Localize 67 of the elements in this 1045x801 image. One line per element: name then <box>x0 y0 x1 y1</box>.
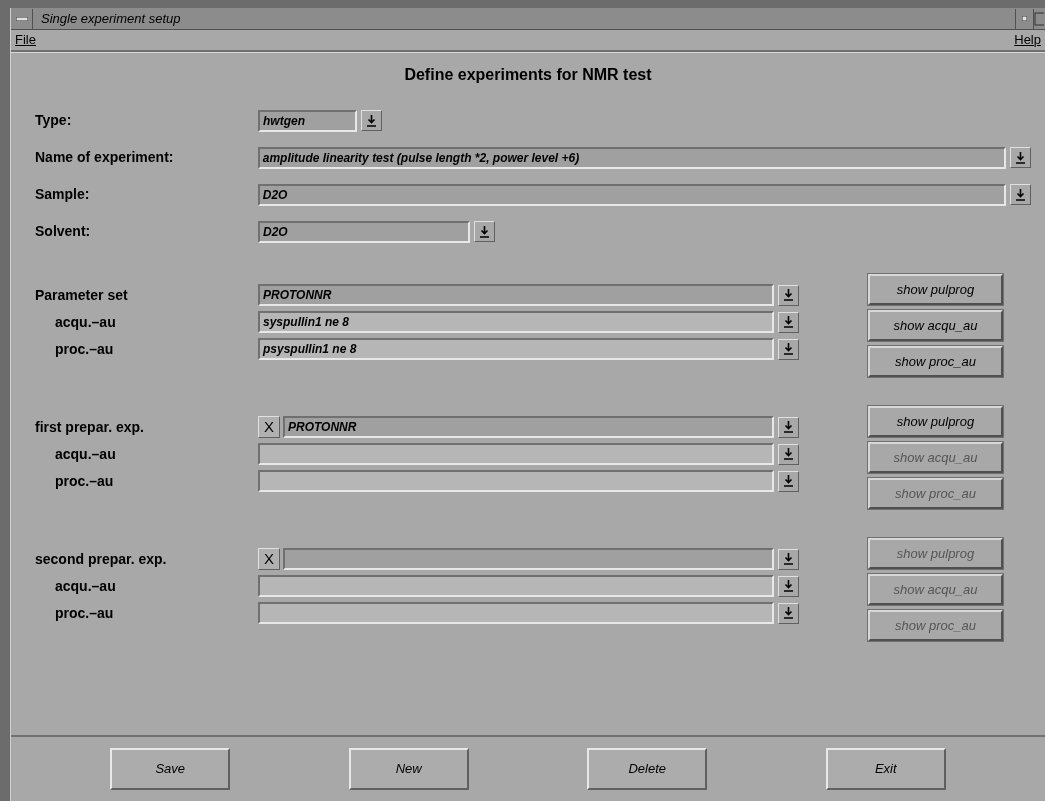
download-arrow-icon <box>480 225 489 238</box>
download-arrow-icon <box>784 289 793 301</box>
dropdown-button[interactable] <box>778 575 799 597</box>
download-arrow-icon <box>1016 188 1025 201</box>
download-arrow-icon <box>784 475 793 487</box>
text-field[interactable] <box>258 575 774 597</box>
text-field[interactable]: amplitude linearity test (pulse length *2, power level +6) <box>257 146 1006 169</box>
text-field[interactable]: psyspullin1 ne 8 <box>258 338 774 360</box>
field-label: proc.–au <box>55 339 115 359</box>
dropdown-button[interactable] <box>474 221 495 242</box>
text-field[interactable]: syspullin1 ne 8 <box>258 311 774 333</box>
minus-icon <box>15 16 28 21</box>
dropdown-button[interactable] <box>778 443 799 465</box>
field-label: Type: <box>35 111 73 130</box>
download-arrow-icon <box>784 421 793 433</box>
footer-button[interactable]: New <box>348 748 469 790</box>
download-arrow-icon <box>784 553 793 565</box>
text-field[interactable]: D2O <box>257 183 1006 206</box>
dropdown-button[interactable] <box>778 602 799 624</box>
dropdown-button[interactable] <box>361 110 382 131</box>
field-label: Name of experiment: <box>35 148 175 167</box>
field-label: Sample: <box>35 185 91 204</box>
show-button[interactable]: show proc_au <box>868 346 1003 377</box>
dropdown-button[interactable] <box>778 416 799 438</box>
toggle-button[interactable]: X <box>258 548 280 570</box>
menu-item[interactable]: File <box>15 30 36 50</box>
download-arrow-icon <box>784 343 793 355</box>
field-label: acqu.–au <box>55 312 117 332</box>
dropdown-button[interactable] <box>778 548 799 570</box>
download-arrow-icon <box>784 448 793 460</box>
download-arrow-icon <box>367 114 376 127</box>
footer-button[interactable]: Delete <box>587 748 708 790</box>
field-label: proc.–au <box>55 603 115 623</box>
download-arrow-icon <box>784 580 793 592</box>
menu-item[interactable]: Help <box>1014 30 1041 50</box>
form-title: Define experiments for NMR test <box>404 64 652 85</box>
field-label: Solvent: <box>35 222 92 241</box>
text-field[interactable] <box>258 602 774 624</box>
download-arrow-icon <box>784 607 793 619</box>
field-label: acqu.–au <box>55 444 117 464</box>
dropdown-button[interactable] <box>778 338 799 360</box>
text-field[interactable]: PROTONNR <box>258 284 774 306</box>
toggle-button[interactable]: X <box>258 416 280 438</box>
download-arrow-icon <box>1016 151 1025 164</box>
field-label: proc.–au <box>55 471 115 491</box>
text-field[interactable]: D2O <box>258 220 470 243</box>
window-title: Single experiment setup <box>41 9 182 28</box>
dropdown-button[interactable] <box>778 284 799 306</box>
text-field[interactable]: PROTONNR <box>283 416 774 438</box>
field-label: first prepar. exp. <box>35 417 145 437</box>
dropdown-button[interactable] <box>778 470 799 492</box>
footer-button[interactable]: Exit <box>825 748 946 790</box>
field-label: Parameter set <box>35 285 129 305</box>
footer-button[interactable]: Save <box>110 748 231 790</box>
download-arrow-icon <box>784 316 793 328</box>
field-label: acqu.–au <box>55 576 117 596</box>
text-field[interactable]: hwtgen <box>258 109 357 132</box>
show-button[interactable]: show pulprog <box>868 406 1003 437</box>
text-field[interactable] <box>258 470 774 492</box>
dropdown-button[interactable] <box>1010 147 1031 168</box>
text-field[interactable] <box>283 548 774 570</box>
field-label: second prepar. exp. <box>35 549 168 569</box>
show-button[interactable]: show pulprog <box>868 274 1003 305</box>
text-field[interactable] <box>258 443 774 465</box>
dropdown-button[interactable] <box>1010 184 1031 205</box>
show-button[interactable]: show acqu_au <box>868 310 1003 341</box>
dropdown-button[interactable] <box>778 311 799 333</box>
